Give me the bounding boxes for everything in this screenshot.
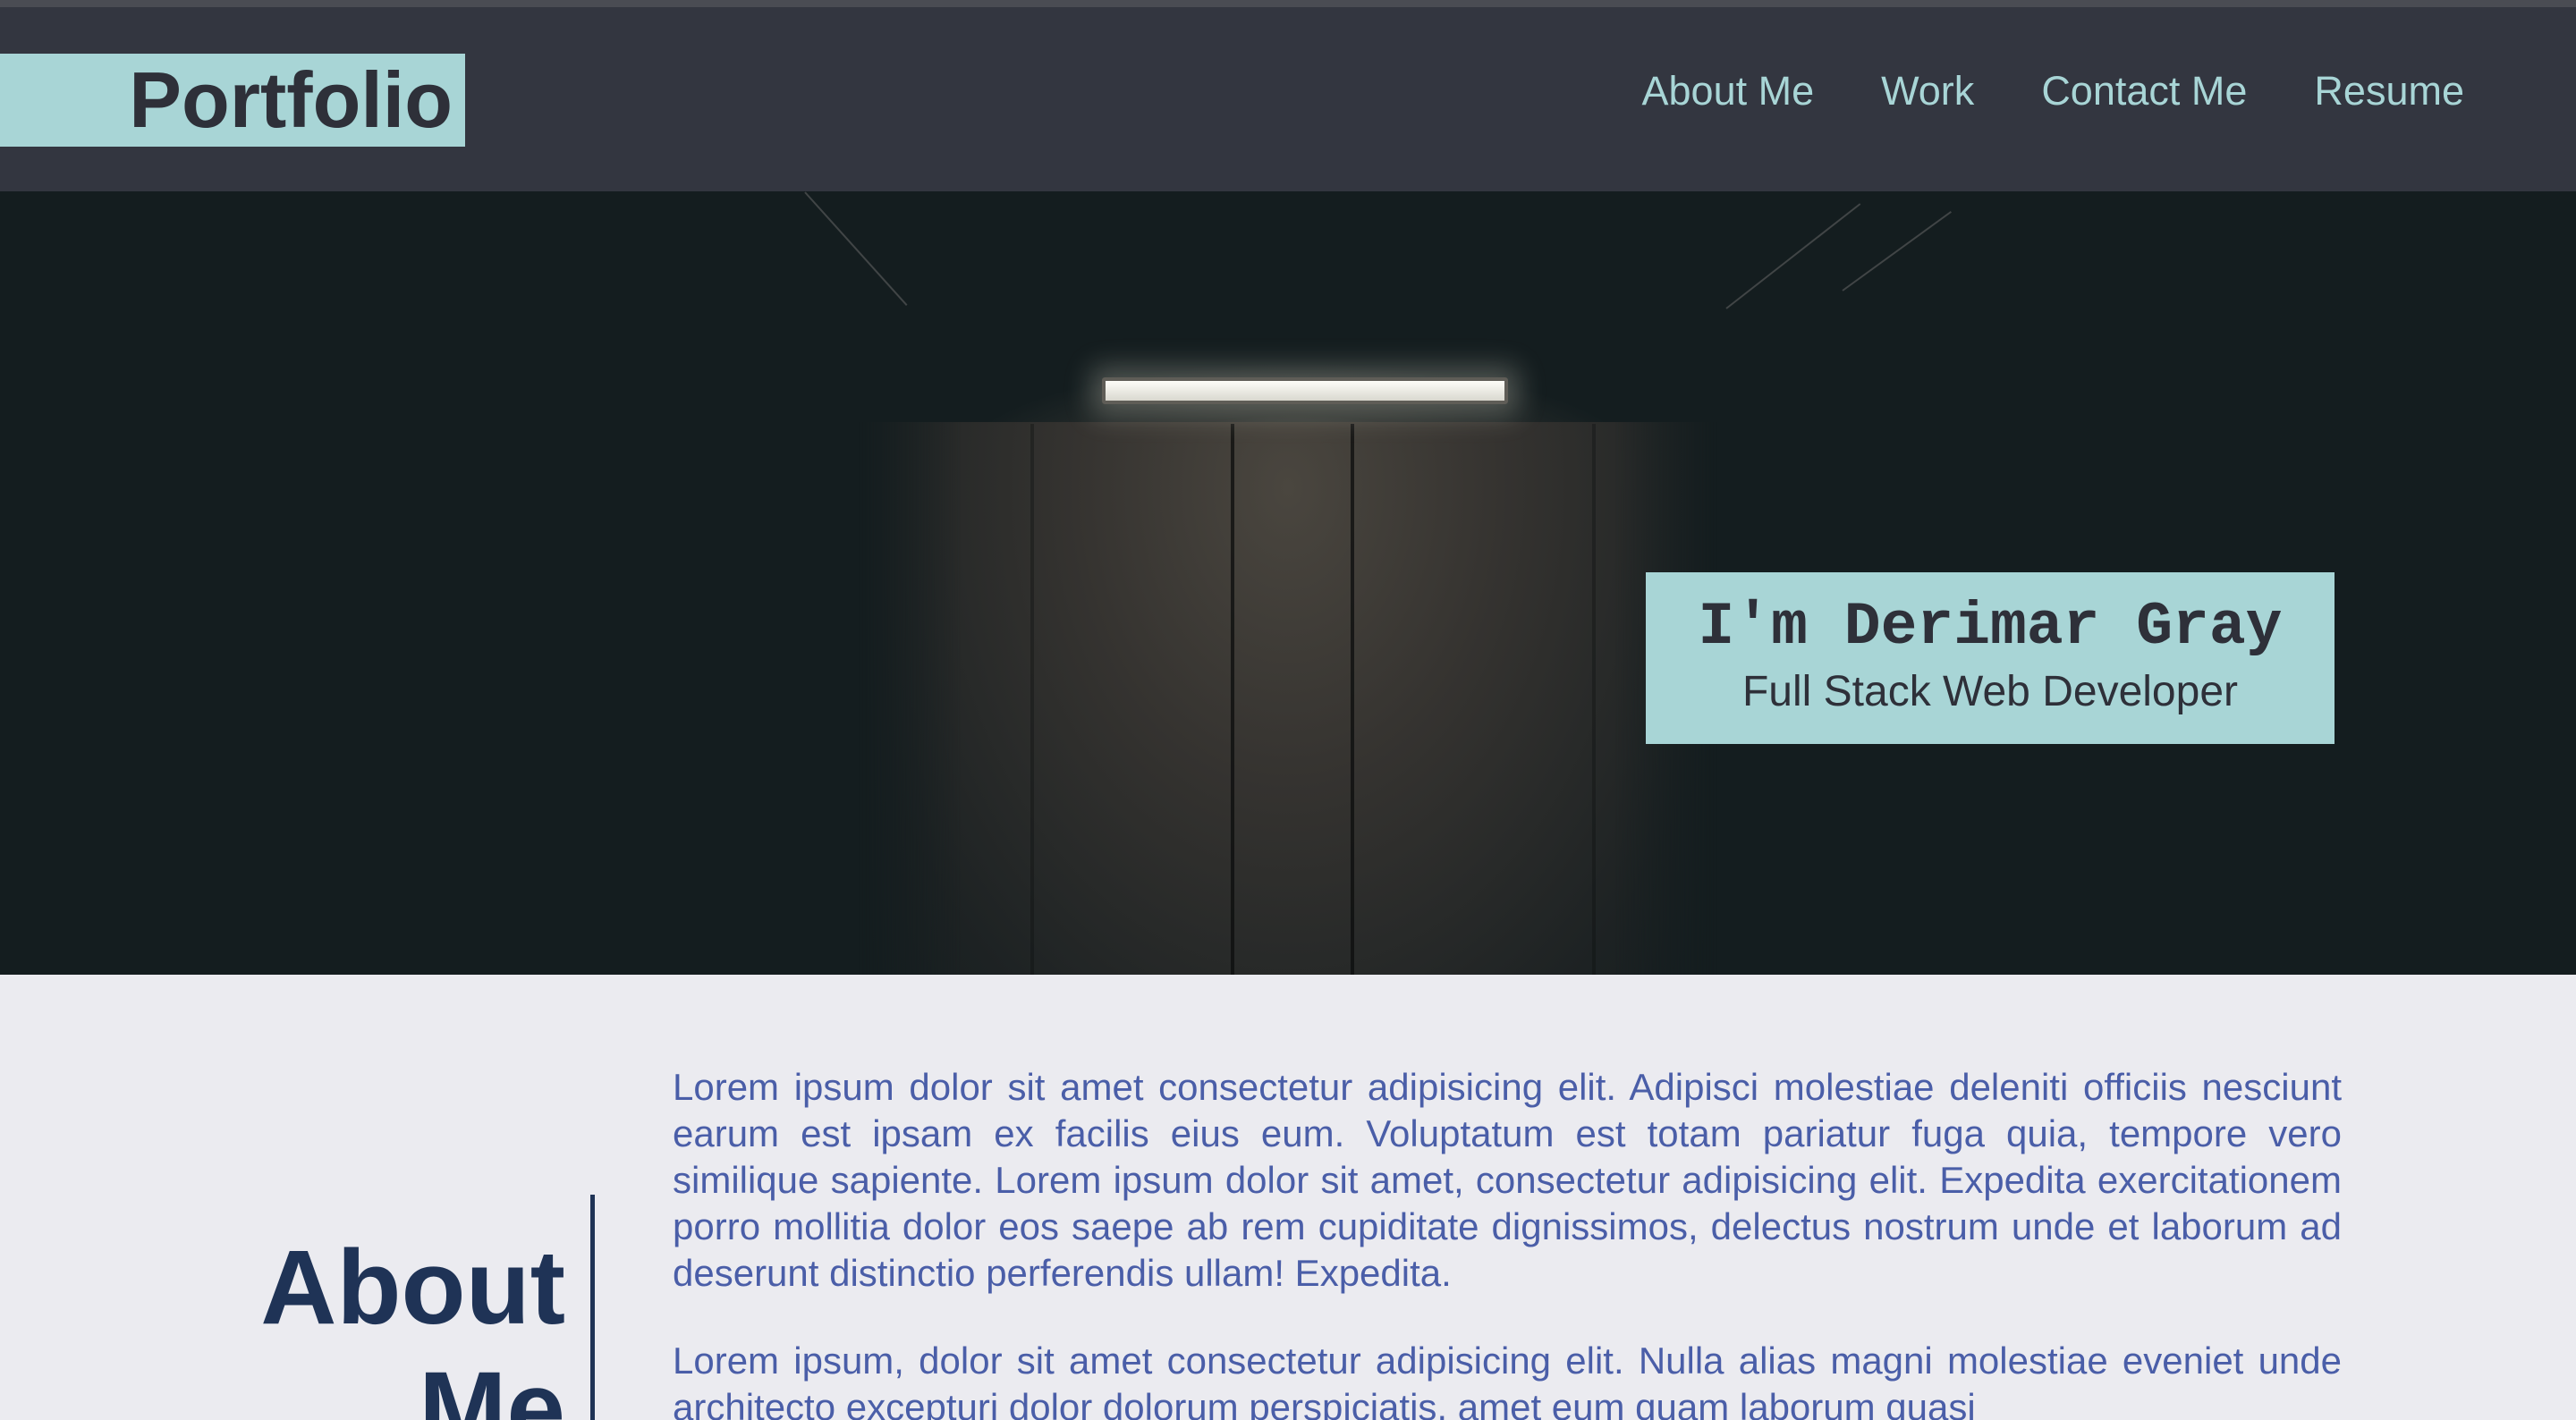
nav-link-resume[interactable]: Resume: [2314, 66, 2464, 116]
nav-link-contact-me[interactable]: Contact Me: [2041, 66, 2247, 116]
nav-link-work[interactable]: Work: [1881, 66, 1974, 116]
about-divider: [590, 1195, 595, 1420]
wall-joint: [1030, 424, 1034, 975]
top-edge-line: [0, 0, 2576, 7]
fluorescent-lamp: [1102, 377, 1508, 404]
about-paragraph: Lorem ipsum dolor sit amet consectetur a…: [673, 1066, 2342, 1294]
hero-intro-card: I'm Derimar Gray Full Stack Web Develope…: [1646, 572, 2334, 744]
about-title: About Me: [260, 1229, 565, 1420]
main-nav: About Me Work Contact Me Resume: [1642, 66, 2465, 116]
hero-role: Full Stack Web Developer: [1741, 668, 2238, 715]
logo-text[interactable]: Portfolio: [129, 57, 453, 143]
hero-banner: I'm Derimar Gray Full Stack Web Develope…: [0, 191, 2576, 975]
nav-link-about-me[interactable]: About Me: [1642, 66, 1815, 116]
ceiling-beam-left: [804, 191, 908, 307]
wall-joint: [1231, 424, 1234, 975]
logo-box[interactable]: Portfolio: [0, 54, 465, 147]
about-text: Lorem ipsum dolor sit amet consectetur a…: [673, 1064, 2342, 1420]
concrete-wall: [859, 422, 1717, 975]
site-header: Portfolio About Me Work Contact Me Resum…: [0, 7, 2576, 191]
wall-joint: [1592, 424, 1596, 975]
ceiling-beam-right-2: [1842, 211, 1952, 292]
about-paragraph: Lorem ipsum, dolor sit amet consectetur …: [673, 1340, 2342, 1420]
about-section: About Me Lorem ipsum dolor sit amet cons…: [0, 975, 2576, 1420]
wall-joint: [1351, 424, 1354, 975]
hero-name: I'm Derimar Gray: [1698, 593, 2283, 662]
ceiling-beam-right: [1725, 203, 1861, 309]
